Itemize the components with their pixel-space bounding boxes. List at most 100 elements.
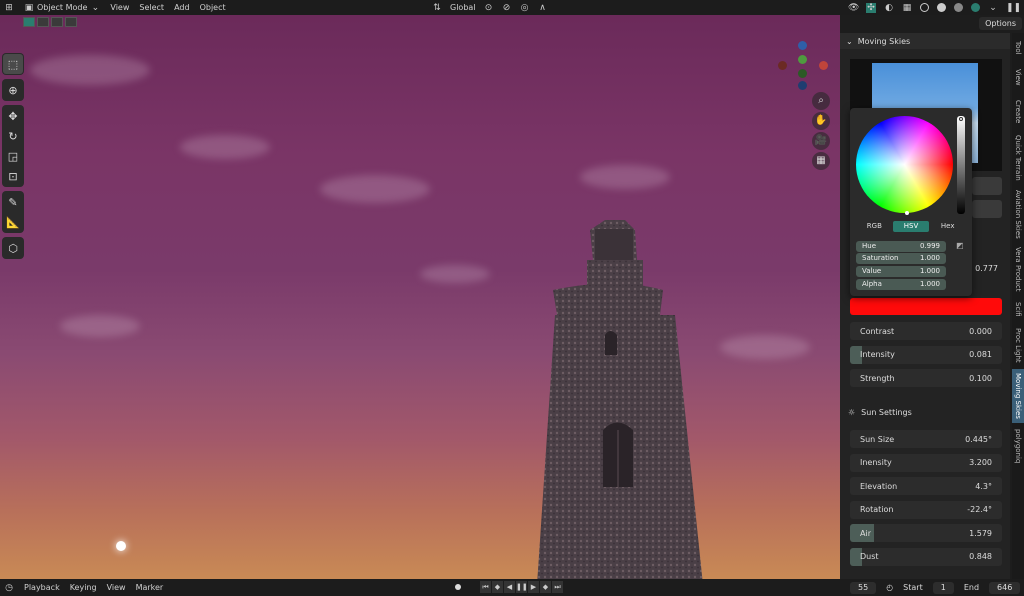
value-slider-cursor[interactable] bbox=[959, 117, 963, 121]
visibility-icon[interactable]: 👁 bbox=[848, 3, 859, 13]
property-row[interactable]: Sun Size 0.445° bbox=[850, 430, 1002, 448]
camera-icon[interactable]: 🎥 bbox=[812, 132, 830, 150]
property-row[interactable]: Air 1.579 bbox=[850, 524, 1002, 542]
menu-marker[interactable]: Marker bbox=[136, 583, 164, 592]
tab-hsv[interactable]: HSV bbox=[892, 221, 930, 232]
preview-button[interactable] bbox=[972, 177, 1002, 195]
menu-playback[interactable]: Playback bbox=[24, 583, 60, 592]
tab-rgb[interactable]: RGB bbox=[856, 221, 893, 232]
eyedropper-icon[interactable]: ◩ bbox=[956, 241, 966, 251]
rendered-shading-icon[interactable] bbox=[971, 3, 980, 12]
color-swatch[interactable] bbox=[850, 298, 1002, 315]
property-row[interactable]: Dust 0.848 bbox=[850, 547, 1002, 566]
play-reverse-icon[interactable]: ◀ bbox=[504, 581, 515, 593]
end-frame-field[interactable]: 646 bbox=[989, 581, 1021, 594]
annotate-tool-icon[interactable]: ✎ bbox=[3, 192, 23, 212]
property-row[interactable]: Inensity 3.200 bbox=[850, 453, 1002, 472]
saturation-field[interactable]: Saturation 1.000 bbox=[856, 253, 946, 264]
pan-hand-icon[interactable]: ✋ bbox=[812, 112, 830, 130]
panel-header[interactable]: ⌄ Moving Skies bbox=[840, 33, 1010, 49]
orientation-selector[interactable]: Global bbox=[450, 3, 476, 12]
select-new-icon[interactable] bbox=[23, 17, 35, 27]
scale-tool-icon[interactable]: ◲ bbox=[3, 146, 23, 166]
property-row[interactable]: Rotation -22.4° bbox=[850, 500, 1002, 519]
menu-keying[interactable]: Keying bbox=[70, 583, 97, 592]
jump-start-icon[interactable]: ⏮ bbox=[480, 581, 491, 593]
rotate-tool-icon[interactable]: ↻ bbox=[3, 126, 23, 146]
current-frame-field[interactable]: 55 bbox=[850, 581, 877, 594]
gizmo-x-axis[interactable] bbox=[819, 61, 828, 70]
snap-icon[interactable]: ⊘ bbox=[502, 3, 512, 13]
next-keyframe-icon[interactable]: ◆ bbox=[540, 581, 551, 593]
gizmo-z-axis[interactable] bbox=[798, 41, 807, 50]
measure-tool-icon[interactable]: 📐 bbox=[3, 212, 23, 232]
menu-add[interactable]: Add bbox=[174, 3, 190, 12]
alpha-field[interactable]: Alpha 1.000 bbox=[856, 279, 946, 290]
sidebar-tab[interactable]: polygoniq bbox=[1012, 428, 1024, 464]
sidebar-tab[interactable]: Create bbox=[1012, 96, 1024, 128]
mode-selector[interactable]: ▣ Object Mode ⌄ bbox=[24, 3, 100, 13]
pause-icon[interactable]: ❚❚ bbox=[516, 581, 528, 593]
options-dropdown[interactable]: Options bbox=[979, 17, 1022, 30]
gizmo-y-axis[interactable] bbox=[798, 55, 807, 64]
start-frame-field[interactable]: 1 bbox=[932, 581, 954, 594]
gizmo-neg-z-axis[interactable] bbox=[798, 81, 807, 90]
menu-view[interactable]: View bbox=[107, 583, 126, 592]
chevron-down-icon[interactable]: ⌄ bbox=[988, 3, 998, 13]
select-invert-icon[interactable] bbox=[65, 17, 77, 27]
wireframe-shading-icon[interactable] bbox=[920, 3, 929, 12]
tab-hex[interactable]: Hex bbox=[929, 221, 966, 232]
gizmo-icon[interactable]: ✣ bbox=[866, 2, 876, 13]
clock-icon[interactable]: ◴ bbox=[886, 583, 893, 592]
move-tool-icon[interactable]: ✥ bbox=[3, 106, 23, 126]
solid-shading-icon[interactable] bbox=[937, 3, 946, 12]
sidebar-tab[interactable]: Scifi bbox=[1012, 298, 1024, 320]
pause-icon[interactable]: ❚❚ bbox=[1006, 3, 1021, 13]
partial-value[interactable]: 0.777 bbox=[972, 260, 1002, 278]
sun-settings-header[interactable]: ☼ Sun Settings bbox=[848, 408, 912, 417]
select-subtract-icon[interactable] bbox=[51, 17, 63, 27]
property-row[interactable]: Elevation 4.3° bbox=[850, 477, 1002, 495]
property-row[interactable]: Intensity 0.081 bbox=[850, 345, 1002, 364]
select-extend-icon[interactable] bbox=[37, 17, 49, 27]
xray-icon[interactable]: ▦ bbox=[902, 3, 912, 13]
record-icon[interactable] bbox=[455, 584, 461, 590]
material-shading-icon[interactable] bbox=[954, 3, 963, 12]
menu-select[interactable]: Select bbox=[139, 3, 164, 12]
gizmo-neg-y-axis[interactable] bbox=[798, 69, 807, 78]
sidebar-tab[interactable]: Proc Light bbox=[1012, 325, 1024, 365]
prev-keyframe-icon[interactable]: ◆ bbox=[492, 581, 503, 593]
sidebar-tab[interactable]: Moving Skies bbox=[1012, 369, 1024, 423]
cursor-tool-icon[interactable]: ⊕ bbox=[3, 80, 23, 100]
editor-type-icon[interactable]: ⊞ bbox=[4, 3, 14, 13]
hue-field[interactable]: Hue 0.999 bbox=[856, 241, 946, 252]
preview-button[interactable] bbox=[972, 200, 1002, 218]
jump-end-icon[interactable]: ⏭ bbox=[552, 581, 563, 593]
property-row[interactable]: Strength 0.100 bbox=[850, 369, 1002, 387]
select-box-tool-icon[interactable]: ⬚ bbox=[3, 54, 23, 74]
sidebar-tab[interactable]: Tool bbox=[1012, 37, 1024, 59]
color-wheel[interactable] bbox=[856, 116, 953, 213]
value-slider[interactable] bbox=[957, 116, 965, 214]
sidebar-tab[interactable]: View bbox=[1012, 63, 1024, 91]
menu-object[interactable]: Object bbox=[200, 3, 226, 12]
editor-type-icon[interactable]: ◷ bbox=[4, 583, 14, 593]
transform-tool-icon[interactable]: ⊡ bbox=[3, 166, 23, 186]
overlay-icon[interactable]: ◐ bbox=[884, 3, 894, 13]
color-wheel-cursor[interactable] bbox=[905, 211, 909, 215]
grid-perspective-icon[interactable]: ▦ bbox=[812, 152, 830, 170]
pivot-icon[interactable]: ⊙ bbox=[484, 3, 494, 13]
sidebar-tab[interactable]: Aviation Skies bbox=[1012, 188, 1024, 241]
add-cube-tool-icon[interactable]: ⬡ bbox=[3, 238, 23, 258]
sidebar-tab[interactable]: Vera Product bbox=[1012, 245, 1024, 293]
sidebar-tab[interactable]: Quick Terrain bbox=[1012, 132, 1024, 184]
gizmo-neg-x-axis[interactable] bbox=[778, 61, 787, 70]
play-icon[interactable]: ▶ bbox=[528, 581, 539, 593]
3d-viewport[interactable]: ⬚ ⊕ ✥ ↻ ◲ ⊡ ✎ 📐 ⬡ ⌕ ✋ 🎥 ▦ bbox=[0, 15, 840, 579]
value-field[interactable]: Value 1.000 bbox=[856, 266, 946, 277]
zoom-icon[interactable]: ⌕ bbox=[812, 92, 830, 110]
falloff-icon[interactable]: ∧ bbox=[538, 3, 548, 13]
menu-view[interactable]: View bbox=[110, 3, 129, 12]
proportional-edit-icon[interactable]: ◎ bbox=[520, 3, 530, 13]
property-row[interactable]: Contrast 0.000 bbox=[850, 322, 1002, 340]
